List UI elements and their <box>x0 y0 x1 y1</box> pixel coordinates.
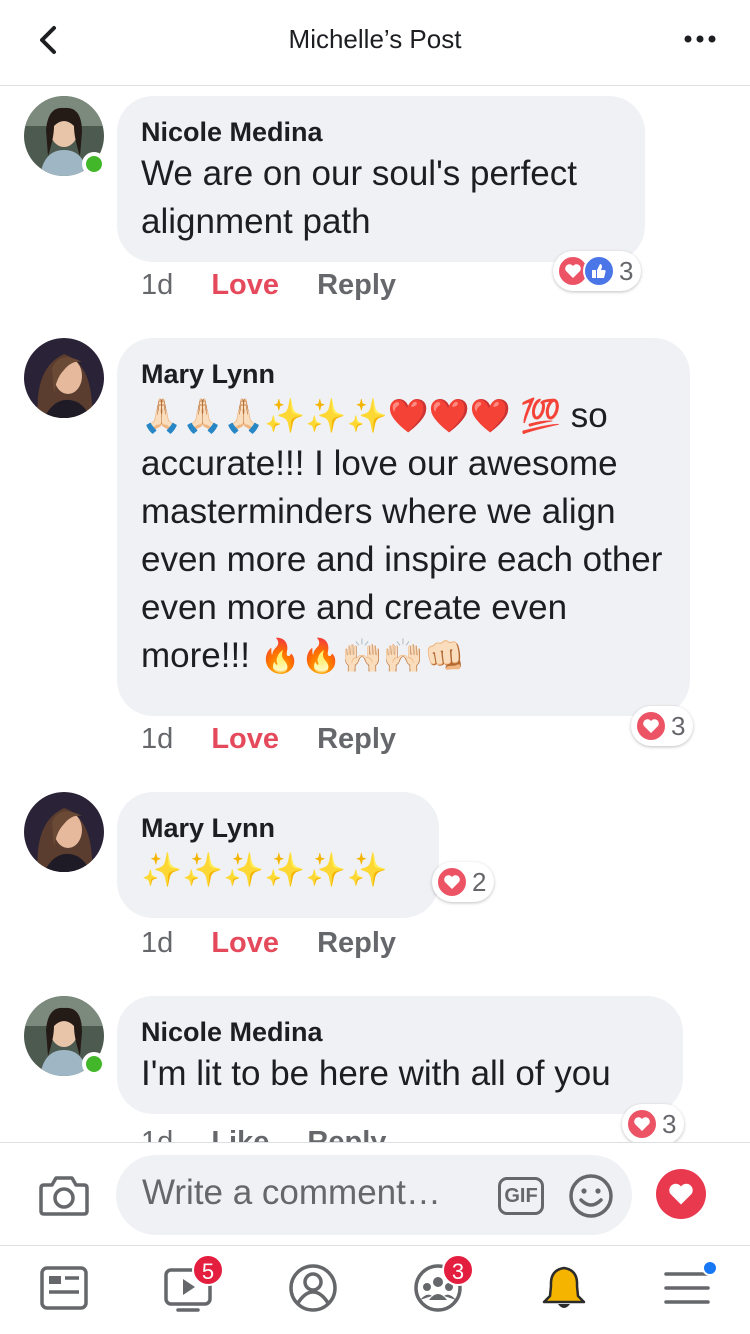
reaction-summary[interactable]: 3 <box>622 1104 685 1142</box>
comment-bubble[interactable]: Mary Lynn 🙏🏻🙏🏻🙏🏻✨✨✨❤️❤️❤️ 💯 so accurate!… <box>117 338 690 716</box>
comment-author[interactable]: Mary Lynn <box>141 810 415 846</box>
profile-icon <box>289 1264 337 1312</box>
like-button[interactable]: Like <box>211 1126 269 1142</box>
comment-actions: 1d Like Reply <box>141 1126 416 1142</box>
reply-button[interactable]: Reply <box>317 927 396 959</box>
watch-notification-badge: 5 <box>192 1254 224 1286</box>
comment-text: I'm lit to be here with all of you <box>141 1054 611 1093</box>
reply-button[interactable]: Reply <box>317 723 396 755</box>
comment-text: ✨✨✨✨✨✨ <box>141 851 388 888</box>
avatar[interactable] <box>24 96 106 176</box>
comment-actions: 1d Love Reply <box>141 723 426 756</box>
reply-button[interactable]: Reply <box>317 269 396 301</box>
love-button[interactable]: Love <box>211 927 279 959</box>
gif-button[interactable]: GIF <box>498 1177 544 1215</box>
top-nav-bar: Michelle’s Post <box>0 0 750 86</box>
comment-bubble[interactable]: Nicole Medina We are on our soul's perfe… <box>117 96 645 262</box>
comment-text: 🙏🏻🙏🏻🙏🏻✨✨✨❤️❤️❤️ 💯 so accurate!!! I love … <box>141 392 666 680</box>
tab-notifications[interactable] <box>538 1262 590 1314</box>
love-reaction-icon <box>436 866 468 898</box>
camera-icon[interactable] <box>38 1173 90 1217</box>
reaction-count: 3 <box>662 1108 677 1139</box>
comment-emoji-sequence: 🙏🏻🙏🏻🙏🏻✨✨✨❤️❤️❤️ 💯 <box>141 397 562 434</box>
reaction-summary[interactable]: 2 <box>432 862 495 902</box>
comment-input-placeholder: Write a comment… <box>142 1173 441 1212</box>
tab-groups[interactable]: 3 <box>412 1254 474 1314</box>
reaction-count: 3 <box>619 255 634 286</box>
comments-feed[interactable]: Nicole Medina We are on our soul's perfe… <box>0 86 750 1142</box>
reaction-summary[interactable]: 3 <box>553 251 642 291</box>
menu-notification-dot <box>702 1260 718 1276</box>
reaction-count: 2 <box>472 866 487 897</box>
reaction-count: 3 <box>671 710 686 741</box>
love-button[interactable]: Love <box>211 269 279 301</box>
tab-watch[interactable]: 5 <box>162 1254 224 1314</box>
comment-timestamp[interactable]: 1d <box>141 269 173 301</box>
love-react-button[interactable] <box>656 1169 706 1219</box>
comment-author[interactable]: Nicole Medina <box>141 114 621 150</box>
news-feed-icon <box>40 1266 88 1310</box>
comment-actions: 1d Love Reply <box>141 927 426 960</box>
more-options-icon[interactable] <box>680 24 720 54</box>
like-reaction-icon <box>583 255 615 287</box>
avatar[interactable] <box>24 996 106 1076</box>
comment-timestamp[interactable]: 1d <box>141 927 173 959</box>
reply-button[interactable]: Reply <box>307 1126 386 1142</box>
tab-menu[interactable] <box>662 1260 718 1314</box>
comment-bubble[interactable]: Nicole Medina I'm lit to be here with al… <box>117 996 683 1114</box>
comment-timestamp[interactable]: 1d <box>141 723 173 755</box>
comment-author[interactable]: Mary Lynn <box>141 356 666 392</box>
groups-notification-badge: 3 <box>442 1254 474 1286</box>
bell-icon <box>542 1266 586 1308</box>
love-reaction-icon <box>626 1108 658 1140</box>
tab-news-feed[interactable] <box>38 1262 90 1314</box>
avatar[interactable] <box>24 792 104 872</box>
tab-profile[interactable] <box>287 1262 339 1314</box>
page-title: Michelle’s Post <box>288 24 462 54</box>
online-status-dot <box>82 152 106 176</box>
love-reaction-icon <box>635 710 667 742</box>
comment-input[interactable]: Write a comment… GIF <box>116 1155 632 1235</box>
comment-text: We are on our soul's perfect alignment p… <box>141 154 577 241</box>
avatar[interactable] <box>24 338 104 418</box>
bottom-tab-bar: 5 3 <box>0 1246 750 1334</box>
comment-author[interactable]: Nicole Medina <box>141 1014 659 1050</box>
comment-actions: 1d Love Reply <box>141 269 426 302</box>
heart-icon <box>669 1183 693 1205</box>
online-status-dot <box>82 1052 106 1076</box>
emoji-picker-icon[interactable] <box>568 1173 614 1219</box>
comment-bubble[interactable]: Mary Lynn ✨✨✨✨✨✨ <box>117 792 439 918</box>
comment-timestamp[interactable]: 1d <box>141 1126 173 1142</box>
comment-composer: Write a comment… GIF <box>0 1142 750 1246</box>
comment-emoji-tail: 🔥🔥🙌🏻🙌🏻👊🏻 <box>259 637 466 674</box>
love-button[interactable]: Love <box>211 723 279 755</box>
reaction-summary[interactable]: 3 <box>631 706 694 746</box>
comment-text-fragment: so <box>561 396 608 435</box>
